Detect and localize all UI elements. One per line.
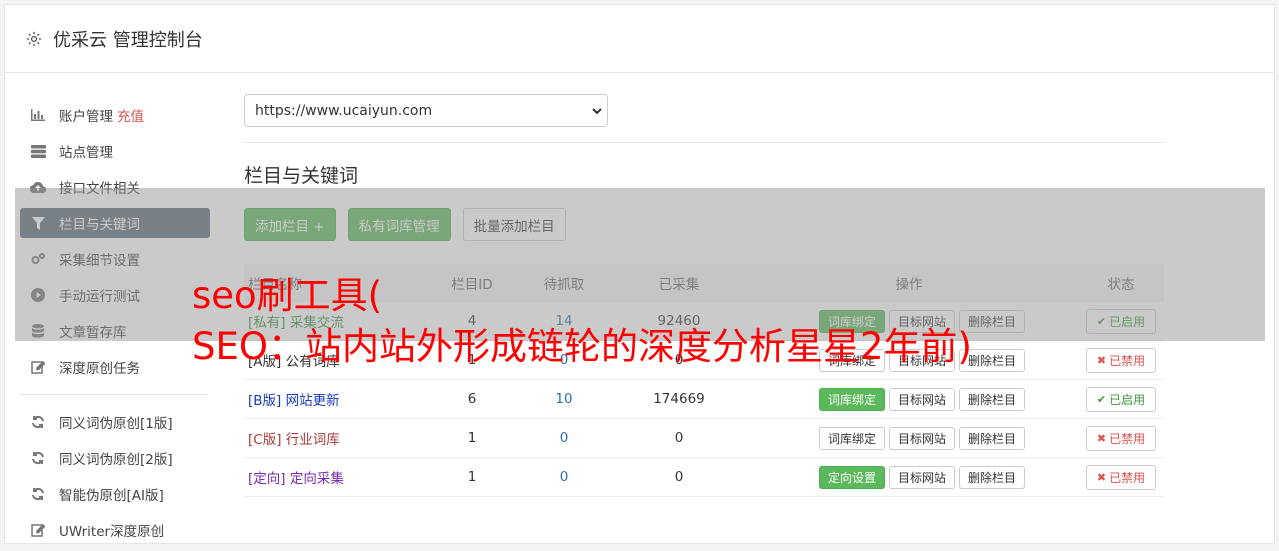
sidebar-item-account[interactable]: 账户管理 充值 <box>20 100 210 130</box>
bind-lib-button[interactable]: 词库绑定 <box>818 387 885 411</box>
app-header: 优采云 管理控制台 <box>5 5 1274 73</box>
column-name-cell[interactable]: [定向] 定向采集 <box>244 467 434 487</box>
refresh-icon <box>30 414 46 430</box>
sidebar-item-sites[interactable]: 站点管理 <box>20 136 210 166</box>
pending-count-cell[interactable]: 0 <box>510 469 618 485</box>
gear-icon <box>26 31 42 46</box>
column-id-cell: 1 <box>467 469 477 485</box>
sidebar-item-label: 智能伪原创[AI版] <box>59 488 164 504</box>
edit-icon <box>30 359 46 375</box>
status-label: 已禁用 <box>1109 353 1146 368</box>
recharge-link[interactable]: 充值 <box>117 105 144 125</box>
delete-column-button[interactable]: 删除栏目 <box>959 426 1026 450</box>
watermark-text: seo刷工具( SEO：站内站外形成链轮的深度分析星星2年前) <box>192 270 972 372</box>
column-name-cell[interactable]: [B版] 网站更新 <box>244 389 434 409</box>
section-title: 栏目与关键词 <box>244 165 359 187</box>
operations-cell: 词库绑定目标网站删除栏目 <box>740 387 1078 411</box>
watermark-line-2: SEO：站内站外形成链轮的深度分析星星2年前) <box>192 325 972 368</box>
app-title: 优采云 管理控制台 <box>53 29 203 51</box>
chevron-down-icon <box>592 108 602 115</box>
server-icon <box>30 143 46 159</box>
bar-chart-icon <box>30 107 46 123</box>
column-tag: [定向] <box>248 471 286 487</box>
bind-lib-button[interactable]: 词库绑定 <box>818 426 885 450</box>
status-label: 已禁用 <box>1109 431 1146 446</box>
status-cell: ✖ 已禁用 <box>1078 347 1164 373</box>
divider <box>244 142 1164 143</box>
close-icon: ✖ <box>1096 353 1107 367</box>
target-site-button[interactable]: 目标网站 <box>888 426 955 450</box>
table-row: [C版] 行业词库 1 0 0 词库绑定 目标网站 删除栏目 ✖ 已禁用 <box>244 419 1164 458</box>
pending-count-cell[interactable]: 0 <box>510 430 618 446</box>
column-name-cell[interactable]: [C版] 行业词库 <box>244 428 434 448</box>
status-toggle-button[interactable]: ✔已启用 <box>1085 386 1157 412</box>
close-icon: ✖ <box>1096 470 1107 484</box>
status-cell: ✔已启用 <box>1078 386 1164 412</box>
collected-count-cell: 174669 <box>653 391 705 407</box>
sidebar-item-label: 账户管理 <box>59 109 113 125</box>
bind-lib-button[interactable]: 定向设置 <box>818 465 885 489</box>
collected-count-cell: 0 <box>674 430 684 446</box>
pending-count-cell[interactable]: 10 <box>510 391 618 407</box>
sidebar-item-deep-original[interactable]: 深度原创任务 <box>20 352 210 382</box>
sidebar-item-synonym-v1[interactable]: 同义词伪原创[1版] <box>20 407 210 437</box>
table-row: [B版] 网站更新 6 10 174669 词库绑定 目标网站 删除栏目 ✔ 已启用 <box>244 380 1164 419</box>
delete-column-button[interactable]: 删除栏目 <box>959 387 1026 411</box>
operations-cell: 词库绑定目标网站删除栏目 <box>740 426 1078 450</box>
sidebar-item-ai-rewrite[interactable]: 智能伪原创[AI版] <box>20 479 210 509</box>
refresh-icon <box>30 486 46 502</box>
sidebar-item-label: 同义词伪原创[1版] <box>59 416 173 432</box>
column-name: 定向采集 <box>289 471 344 487</box>
column-tag: [C版] <box>248 432 282 448</box>
check-icon: ✔ <box>1096 392 1107 406</box>
sidebar-item-label: 同义词伪原创[2版] <box>59 452 173 468</box>
watermark-line-1: seo刷工具( <box>192 274 383 317</box>
sidebar-item-label: UWriter深度原创 <box>59 524 165 540</box>
collected-count-cell: 0 <box>674 469 684 485</box>
status-toggle-button[interactable]: ✖ 已禁用 <box>1085 425 1157 451</box>
status-label: 已禁用 <box>1109 470 1146 485</box>
status-cell: ✖ 已禁用 <box>1078 464 1164 490</box>
column-id-cell: 1 <box>467 430 477 446</box>
column-id-cell: 6 <box>467 391 477 407</box>
target-site-button[interactable]: 目标网站 <box>888 465 955 489</box>
site-select[interactable]: https://www.ucaiyun.com <box>244 94 608 127</box>
sidebar-item-synonym-v2[interactable]: 同义词伪原创[2版] <box>20 443 210 473</box>
sidebar-item-label: 深度原创任务 <box>59 361 140 377</box>
refresh-icon <box>30 450 46 466</box>
status-label: 已启用 <box>1109 392 1146 407</box>
sidebar-item-label: 站点管理 <box>59 145 113 161</box>
table-row: [定向] 定向采集 1 0 0 定向设置 目标网站 删除栏目 ✖ 已禁用 <box>244 458 1164 497</box>
sidebar-item-uwriter[interactable]: UWriter深度原创 <box>20 515 210 545</box>
status-toggle-button[interactable]: ✖ 已禁用 <box>1085 464 1157 490</box>
operations-cell: 定向设置 目标网站 删除栏目 <box>740 465 1078 489</box>
column-name: 网站更新 <box>285 393 340 409</box>
column-tag: [B版] <box>248 393 282 409</box>
column-name: 行业词库 <box>285 432 340 448</box>
status-cell: ✖ 已禁用 <box>1078 425 1164 451</box>
site-select-value: https://www.ucaiyun.com <box>255 102 433 119</box>
status-toggle-button[interactable]: ✖ 已禁用 <box>1085 347 1157 373</box>
sidebar-divider <box>20 394 208 395</box>
delete-column-button[interactable]: 删除栏目 <box>959 465 1026 489</box>
edit-icon <box>30 522 46 538</box>
close-icon: ✖ <box>1096 431 1107 445</box>
target-site-button[interactable]: 目标网站 <box>888 387 955 411</box>
